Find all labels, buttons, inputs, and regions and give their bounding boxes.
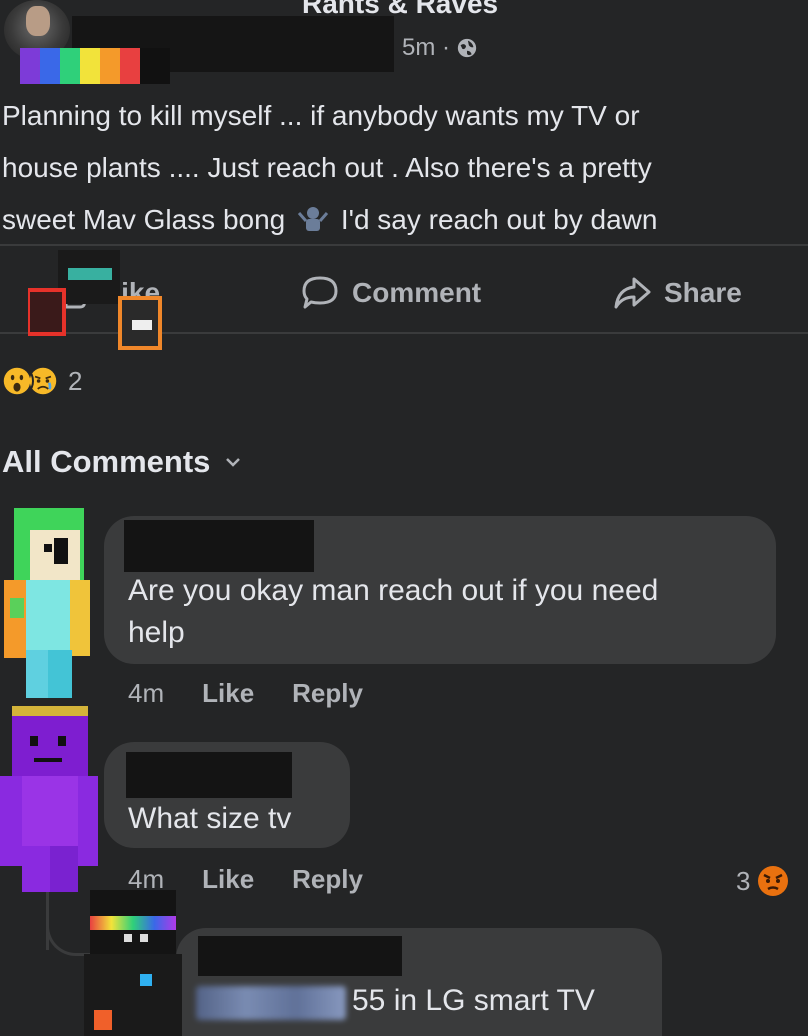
comment-label: Comment xyxy=(352,277,482,308)
share-label: Share xyxy=(664,277,742,308)
group-name[interactable]: Rants & Raves xyxy=(302,0,498,20)
divider xyxy=(0,244,808,246)
reaction-summary[interactable]: 2 xyxy=(0,364,82,398)
redacted-commenter-name xyxy=(124,520,314,572)
share-arrow-icon xyxy=(614,277,651,309)
reply-text: 55 in LG smart TV xyxy=(352,984,595,1017)
comments-filter-label: All Comments xyxy=(2,444,211,479)
comment-text: Are you okay man reach out if you need h… xyxy=(128,570,658,654)
chevron-down-icon xyxy=(226,458,241,467)
shrug-emoji-icon xyxy=(297,207,329,231)
reply-bubble[interactable]: 55 in LG smart TV xyxy=(176,928,662,1036)
minecraft-skin-black-sticker xyxy=(84,890,182,1036)
comment-time[interactable]: 4m xyxy=(128,678,164,709)
comment-bubble-icon xyxy=(302,276,338,309)
angry-emoji-icon xyxy=(758,866,789,896)
comment-like-button[interactable]: Like xyxy=(202,864,254,895)
post-body: Planning to kill myself ... if anybody w… xyxy=(2,90,802,246)
blurred-mention xyxy=(196,986,346,1020)
comment-meta: 4m Like Reply xyxy=(128,678,363,709)
comment-like-button[interactable]: Like xyxy=(202,678,254,709)
post-text-line: Planning to kill myself ... if anybody w… xyxy=(2,100,640,131)
post-text-line: house plants .... Just reach out . Also … xyxy=(2,152,652,183)
rainbow-sticker-strip xyxy=(20,48,170,84)
comments-filter-dropdown[interactable]: All Comments xyxy=(2,444,242,480)
post-time[interactable]: 5m · xyxy=(402,34,450,62)
wow-emoji-icon xyxy=(0,364,34,398)
redacted-commenter-name xyxy=(126,752,292,798)
comment-reaction-summary[interactable]: 3 xyxy=(736,864,790,898)
comment-button[interactable]: Comment xyxy=(300,270,481,316)
share-button[interactable]: Share xyxy=(612,270,742,316)
reaction-count: 2 xyxy=(68,365,83,396)
globe-icon xyxy=(457,38,477,58)
post-text-line: sweet Mav Glass bong I'd say reach out b… xyxy=(2,194,802,246)
comment-bubble[interactable]: What size tv xyxy=(104,742,350,848)
minecraft-skin-purple-sticker xyxy=(0,706,98,892)
pixel-character-sticker xyxy=(28,250,162,350)
comment-bubble[interactable]: Are you okay man reach out if you need h… xyxy=(104,516,776,664)
post-meta: 5m · xyxy=(402,34,478,62)
comment-text-line: help xyxy=(128,616,185,649)
comment-reply-button[interactable]: Reply xyxy=(292,864,363,895)
comment-text-line: Are you okay man reach out if you need xyxy=(128,574,659,607)
post-text-segment: I'd say reach out by dawn xyxy=(340,204,658,235)
comment-text: What size tv xyxy=(128,802,292,835)
redacted-commenter-name xyxy=(198,936,402,976)
minecraft-skin-green-sticker xyxy=(4,508,90,698)
comment-reaction-count: 3 xyxy=(736,865,751,896)
comment-reply-button[interactable]: Reply xyxy=(292,678,363,709)
post-text-segment: sweet Mav Glass bong xyxy=(2,204,286,235)
